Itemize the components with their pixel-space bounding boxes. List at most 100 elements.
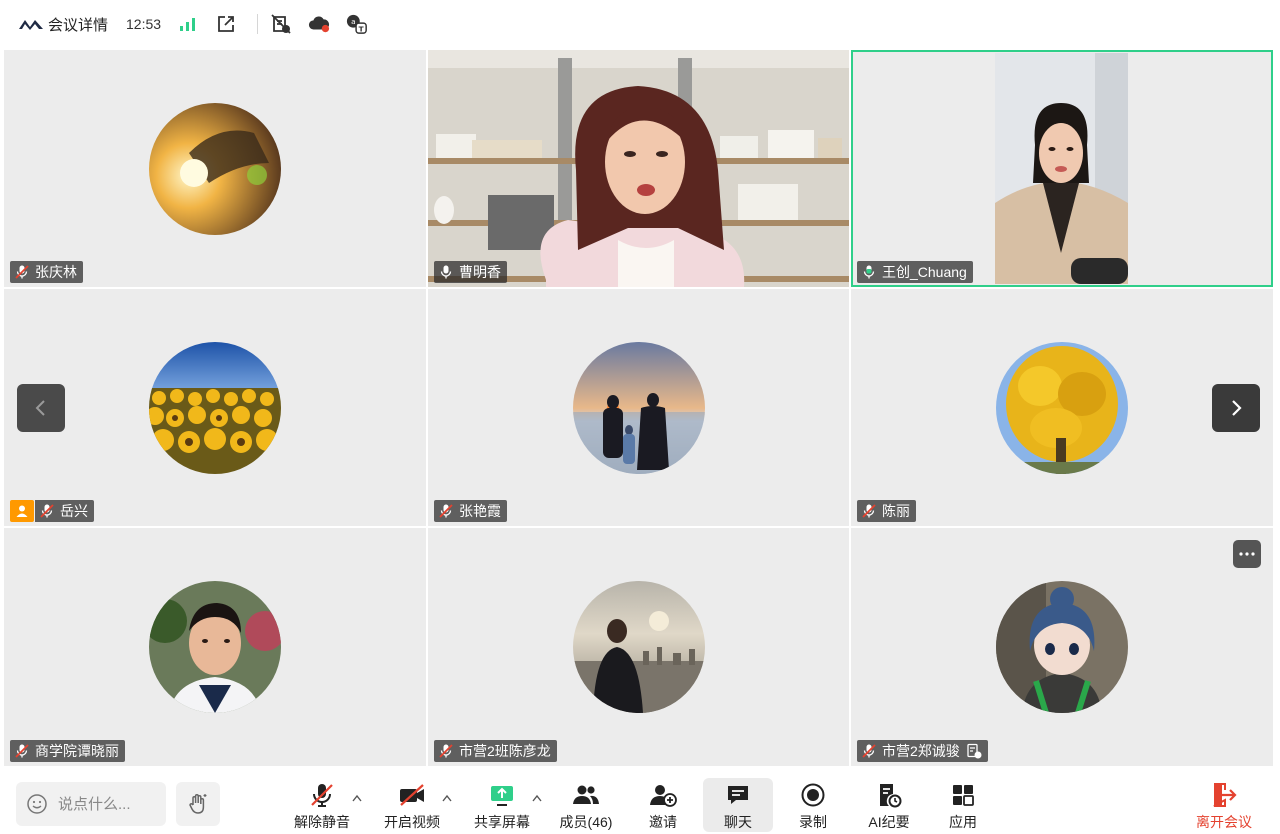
mic-on-icon bbox=[440, 265, 452, 279]
members-icon bbox=[573, 785, 599, 804]
share-screen-button[interactable]: 共享屏幕 bbox=[470, 778, 534, 832]
ai-minutes-button[interactable]: AI纪要 bbox=[862, 778, 916, 832]
participant-name: 王创_Chuang bbox=[882, 264, 967, 280]
mic-muted-icon bbox=[40, 504, 54, 518]
leave-meeting-button[interactable]: 离开会议 bbox=[1190, 778, 1258, 832]
notes-badge-icon bbox=[967, 743, 982, 759]
participant-tile[interactable]: 张艳霞 bbox=[428, 289, 849, 526]
mic-off-icon bbox=[311, 784, 333, 807]
cloud-record-icon[interactable] bbox=[308, 13, 330, 35]
chat-button[interactable]: 聊天 bbox=[703, 778, 773, 832]
noise-off-icon[interactable] bbox=[270, 13, 292, 35]
participant-name: 市营2郑诚骏 bbox=[882, 743, 960, 759]
chevron-left-icon bbox=[35, 400, 45, 416]
invite-user-icon bbox=[650, 785, 677, 807]
participant-nametag: 市营2郑诚骏 bbox=[857, 740, 988, 762]
meeting-details-link[interactable]: 会议详情 bbox=[48, 14, 108, 35]
apps-grid-icon bbox=[953, 785, 974, 806]
participant-nametag: 岳兴 bbox=[35, 500, 94, 522]
participant-avatar bbox=[996, 341, 1128, 474]
video-feed-woman-trenchcoat bbox=[995, 53, 1128, 284]
participant-video-tile[interactable]: 曹明香 bbox=[428, 50, 849, 287]
participant-name: 商学院谭晓丽 bbox=[35, 743, 119, 759]
chevron-right-icon bbox=[1232, 400, 1242, 416]
camera-off-icon bbox=[400, 784, 424, 806]
open-external-icon[interactable] bbox=[215, 13, 237, 35]
participant-tile[interactable]: 张庆林 bbox=[4, 50, 426, 287]
share-screen-icon bbox=[491, 786, 513, 806]
invite-label: 邀请 bbox=[649, 814, 677, 830]
ai-notes-icon bbox=[880, 784, 902, 808]
raise-hand-button[interactable] bbox=[176, 782, 220, 826]
active-speaker-tile[interactable]: 王创_Chuang bbox=[851, 50, 1273, 287]
emoji-icon[interactable] bbox=[26, 793, 48, 815]
meeting-clock: 12:53 bbox=[126, 16, 162, 32]
video-options-caret-icon[interactable] bbox=[442, 794, 452, 802]
participant-tile[interactable]: 商学院谭晓丽 bbox=[4, 528, 426, 766]
app-logo bbox=[19, 20, 43, 30]
participant-nametag: 陈丽 bbox=[857, 500, 916, 522]
members-button[interactable]: 成员(46) bbox=[555, 778, 617, 832]
signal-strength-icon[interactable] bbox=[177, 13, 199, 35]
leave-label: 离开会议 bbox=[1196, 814, 1252, 830]
ai-minutes-label: AI纪要 bbox=[868, 814, 910, 830]
share-screen-label: 共享屏幕 bbox=[474, 814, 530, 830]
start-video-label: 开启视频 bbox=[384, 814, 440, 830]
svg-text:a: a bbox=[351, 17, 356, 26]
participant-tile[interactable]: 陈丽 bbox=[851, 289, 1273, 526]
raise-hand-icon bbox=[189, 794, 207, 814]
mic-speaking-icon bbox=[863, 265, 875, 279]
video-feed-woman-bookshelf bbox=[428, 50, 849, 287]
participant-name: 陈丽 bbox=[882, 503, 910, 519]
mic-muted-icon bbox=[439, 744, 453, 758]
translate-icon[interactable]: a T bbox=[346, 13, 368, 35]
record-button[interactable]: 录制 bbox=[790, 778, 836, 832]
participant-nametag: 曹明香 bbox=[434, 261, 507, 283]
mic-muted-icon bbox=[15, 744, 29, 758]
participant-tile[interactable]: 市营2郑诚骏 bbox=[851, 528, 1273, 766]
mic-muted-icon bbox=[15, 265, 29, 279]
chat-input[interactable] bbox=[56, 794, 160, 814]
chat-label: 聊天 bbox=[724, 814, 752, 830]
chat-bubble-icon bbox=[728, 786, 748, 804]
participant-tile[interactable]: 市营2班陈彦龙 bbox=[428, 528, 849, 766]
participant-nametag: 王创_Chuang bbox=[857, 261, 973, 283]
participant-avatar bbox=[572, 581, 705, 713]
participant-nametag: 市营2班陈彦龙 bbox=[434, 740, 557, 762]
more-dots-icon bbox=[1239, 552, 1255, 556]
participant-avatar bbox=[149, 581, 281, 713]
svg-text:T: T bbox=[359, 24, 364, 33]
start-video-button[interactable]: 开启视频 bbox=[380, 778, 444, 832]
tile-more-button[interactable] bbox=[1233, 540, 1261, 568]
invite-button[interactable]: 邀请 bbox=[640, 778, 686, 832]
mic-muted-icon bbox=[862, 504, 876, 518]
leave-door-icon bbox=[1213, 783, 1237, 807]
participant-name: 岳兴 bbox=[60, 503, 88, 519]
unmute-button[interactable]: 解除静音 bbox=[290, 778, 354, 832]
mic-muted-icon bbox=[439, 504, 453, 518]
host-badge-icon bbox=[10, 500, 34, 522]
meeting-toolbar: 解除静音 开启视频 共享屏幕 成员(46) bbox=[0, 768, 1280, 834]
participant-name: 市营2班陈彦龙 bbox=[459, 743, 551, 759]
participant-avatar bbox=[572, 341, 705, 474]
participant-tile[interactable]: 岳兴 bbox=[4, 289, 426, 526]
next-page-button[interactable] bbox=[1212, 384, 1260, 432]
record-icon bbox=[801, 783, 825, 807]
share-options-caret-icon[interactable] bbox=[532, 794, 542, 802]
prev-page-button[interactable] bbox=[17, 384, 65, 432]
participant-nametag: 张庆林 bbox=[10, 261, 83, 283]
mic-muted-icon bbox=[862, 744, 876, 758]
unmute-label: 解除静音 bbox=[294, 814, 350, 830]
participant-avatar bbox=[149, 102, 281, 235]
audio-options-caret-icon[interactable] bbox=[352, 794, 362, 802]
participant-nametag: 张艳霞 bbox=[434, 500, 507, 522]
members-label: 成员(46) bbox=[559, 814, 613, 830]
quick-chat-box[interactable] bbox=[16, 782, 166, 826]
top-bar: 会议详情 12:53 a T bbox=[0, 0, 1280, 48]
participant-name: 曹明香 bbox=[459, 264, 501, 280]
participant-name: 张庆林 bbox=[35, 264, 77, 280]
participant-name: 张艳霞 bbox=[459, 503, 501, 519]
record-label: 录制 bbox=[799, 814, 827, 830]
participant-avatar bbox=[996, 581, 1128, 713]
apps-button[interactable]: 应用 bbox=[940, 778, 986, 832]
